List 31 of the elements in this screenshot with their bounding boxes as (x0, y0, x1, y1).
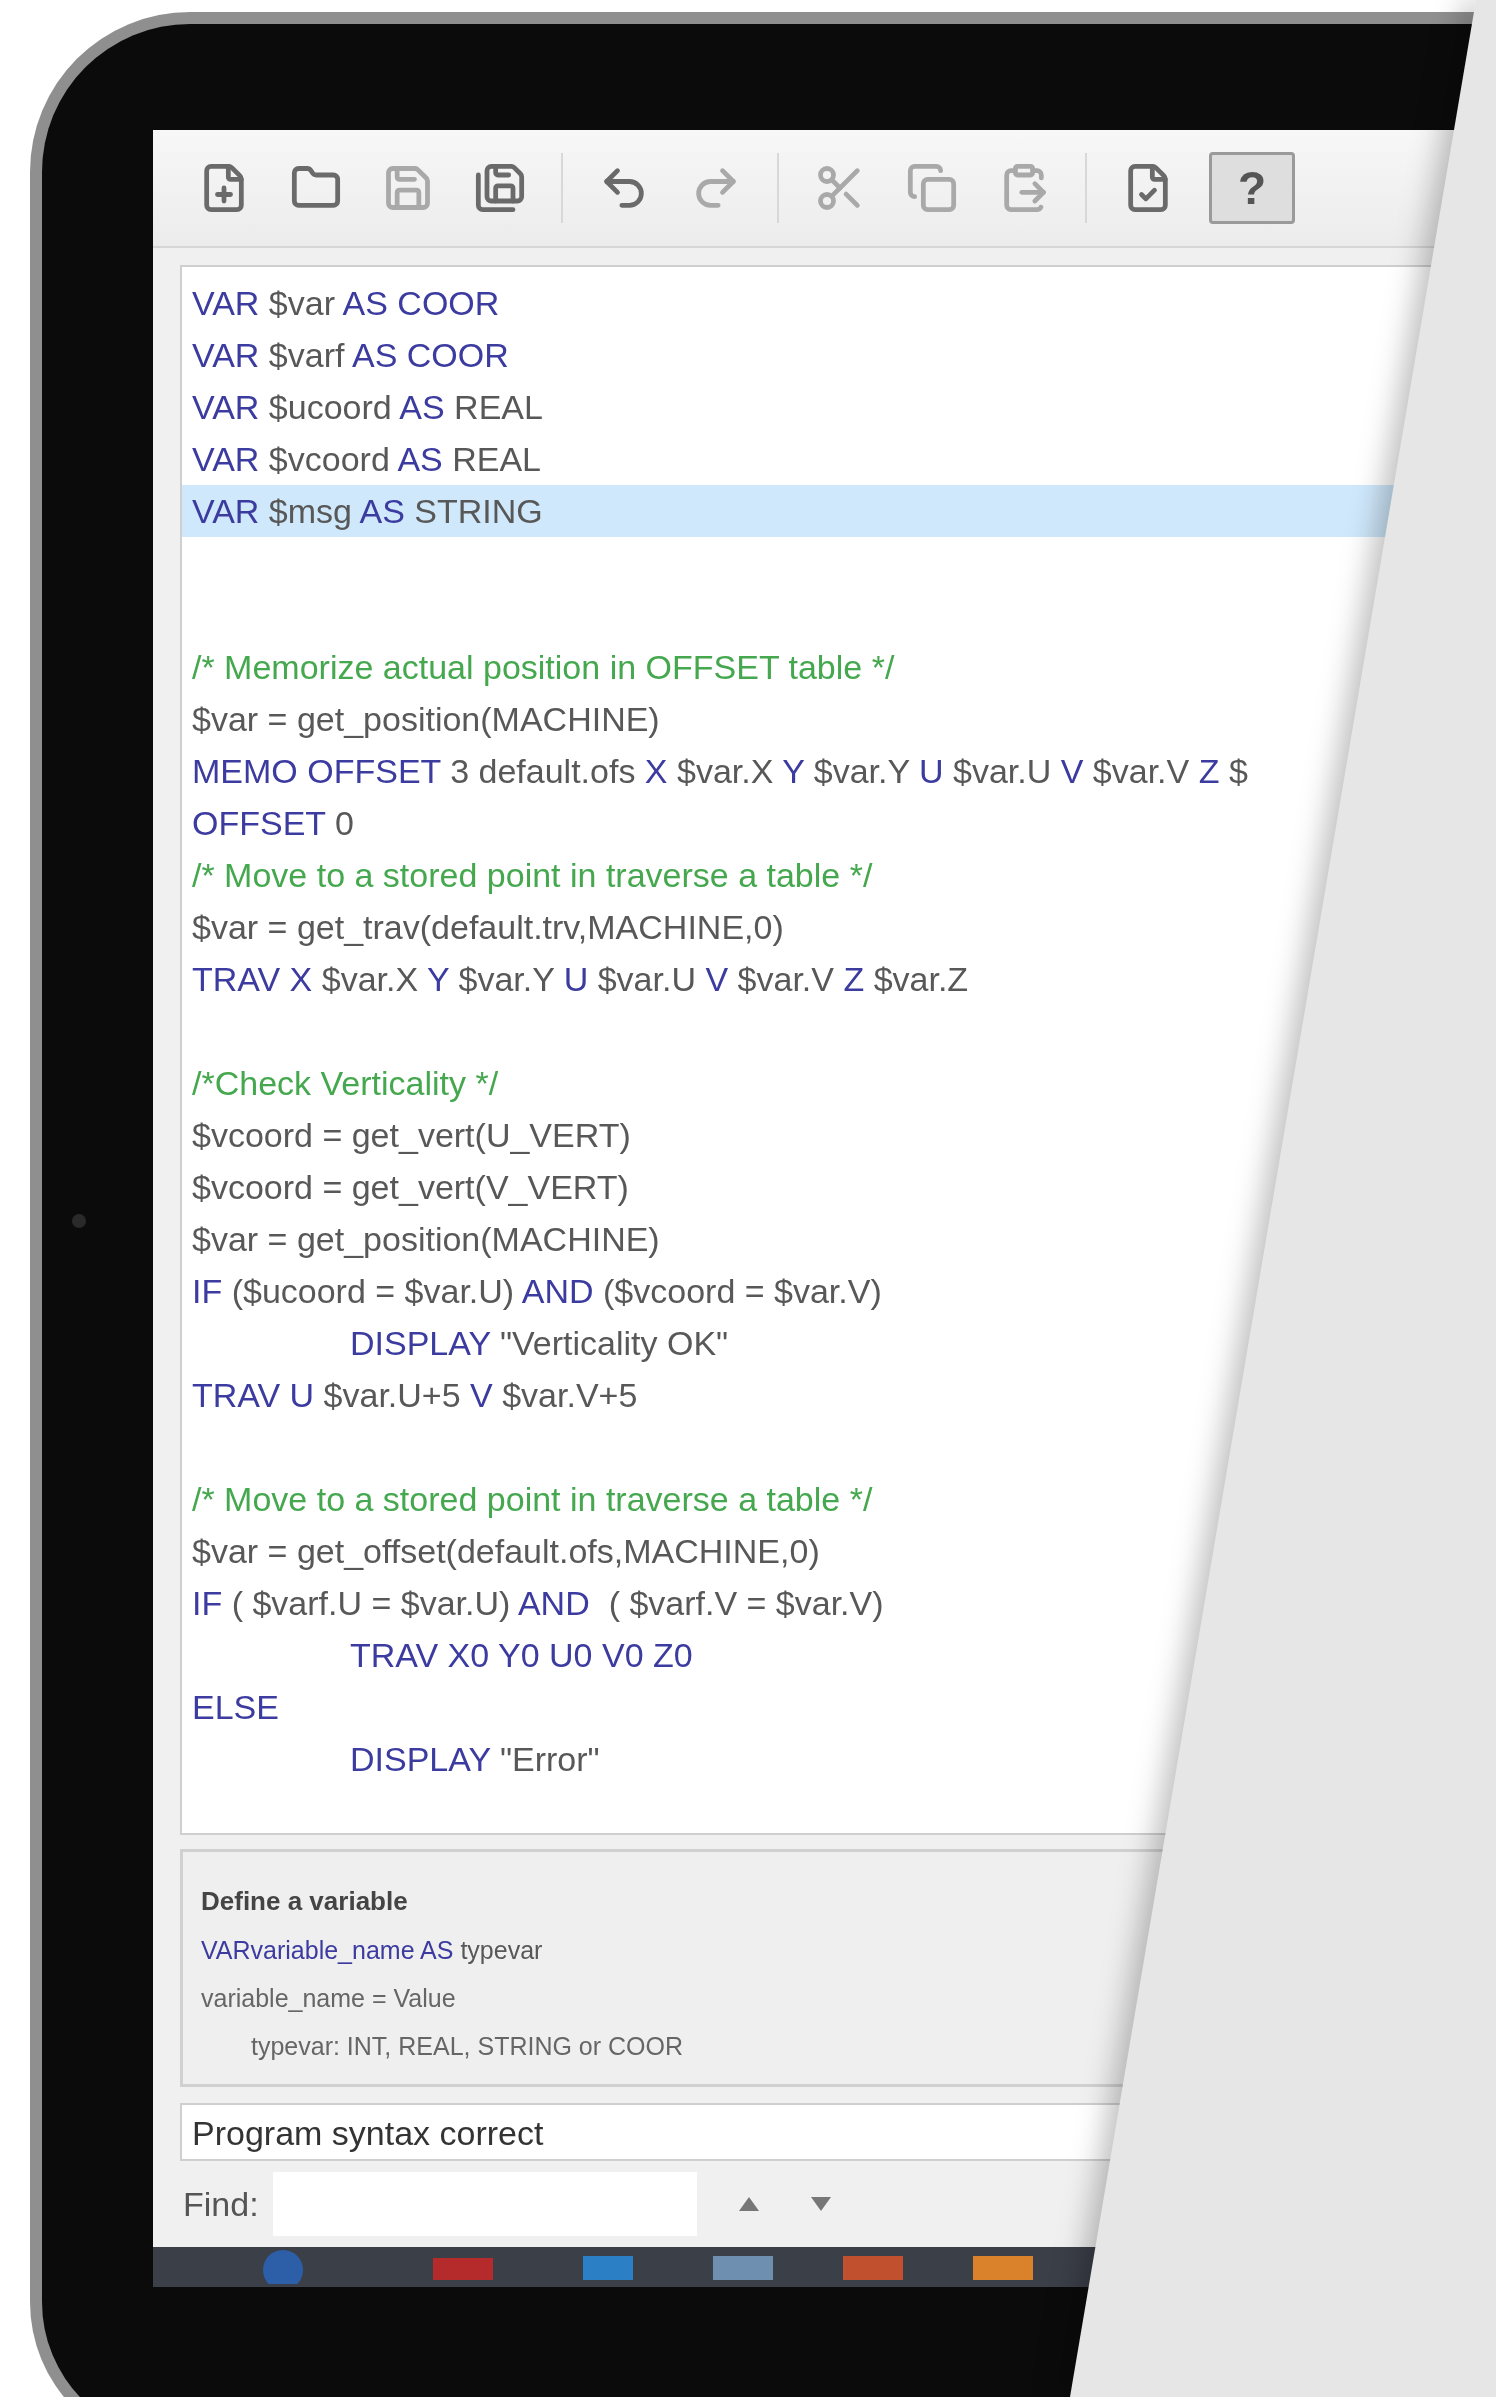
code-line: OFFSET 0 (191, 803, 354, 844)
code-line: /* Move to a stored point in traverse a table */ (191, 1479, 873, 1520)
code-line: TRAV X0 Y0 U0 V0 Z0 (349, 1635, 693, 1676)
help-button[interactable]: ? (1209, 152, 1295, 224)
code-line: VAR $vcoord AS REAL (191, 439, 541, 480)
code-line: VAR $varf AS COOR (191, 335, 509, 376)
code-line: $vcoord = get_vert(V_VERT) (191, 1167, 629, 1208)
code-line: TRAV U $var.U+5 V $var.V+5 (191, 1375, 638, 1416)
code-line: $var = get_trav(default.trv,MACHINE,0) (191, 907, 784, 948)
find-label: Find: (183, 2184, 259, 2224)
help-text: typevar: INT, REAL, STRING or COOR (250, 2031, 684, 2062)
help-text: variable_name = Value (201, 1983, 456, 2014)
code-line: IF ($ucoord = $var.U) AND ($vcoord = $var.V) (191, 1271, 882, 1312)
code-line: TRAV X $var.X Y $var.Y U $var.U V $var.V Z $var.Z (191, 959, 969, 1000)
code-line: DISPLAY "Error" (349, 1739, 600, 1780)
code-line: $vcoord = get_vert(U_VERT) (191, 1115, 631, 1156)
code-line: /* Move to a stored point in traverse a table */ (191, 855, 873, 896)
code-line: MEMO OFFSET 3 default.ofs X $var.X Y $var.Y U $var.U V $var.V Z $ (191, 751, 1248, 792)
camera-dot (72, 1214, 86, 1228)
code-line: $var = get_position(MACHINE) (191, 699, 660, 740)
code-line: $var = get_offset(default.ofs,MACHINE,0) (191, 1531, 820, 1572)
syntax-line: VARvariable_name AS typevar (201, 1935, 543, 1966)
code-line: /*Check Verticality */ (191, 1063, 499, 1104)
code-line: VAR $ucoord AS REAL (191, 387, 543, 428)
code-line: VAR $var AS COOR (191, 283, 500, 324)
code-line: /* Memorize actual position in OFFSET table */ (191, 647, 895, 688)
code-line: IF ( $varf.U = $var.U) AND ( $varf.V = $var.V) (191, 1583, 884, 1624)
code-line: DISPLAY "Verticality OK" (349, 1323, 729, 1364)
code-line: $var = get_position(MACHINE) (191, 1219, 660, 1260)
help-title: Define a variable (201, 1885, 409, 1918)
code-line: ELSE (191, 1687, 279, 1728)
